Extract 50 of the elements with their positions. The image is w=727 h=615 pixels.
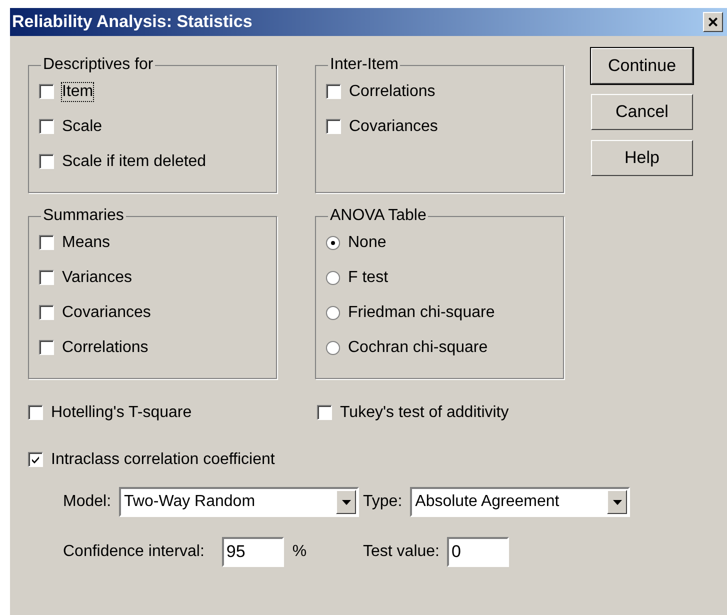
input-field[interactable]: 95 [222, 537, 284, 567]
dropdown[interactable]: Absolute Agreement [410, 487, 630, 517]
checkbox[interactable] [28, 405, 43, 420]
radio-option[interactable]: F test [326, 260, 563, 295]
window-title: Reliability Analysis: Statistics [12, 12, 252, 32]
checkbox[interactable] [39, 119, 54, 134]
checkbox-option[interactable]: Tukey's test of additivity [317, 395, 509, 430]
checkbox[interactable] [39, 84, 54, 99]
field-label: Type: [363, 493, 402, 511]
radio-option[interactable]: None [326, 225, 563, 260]
checkbox-option[interactable]: Correlations [326, 74, 563, 109]
close-button[interactable]: × [703, 12, 723, 32]
field-label: Confidence interval: [63, 543, 204, 561]
checkbox[interactable] [39, 340, 54, 355]
dialog-button[interactable]: Help [591, 140, 693, 176]
radio-button[interactable] [326, 340, 340, 354]
checkbox-option[interactable]: Correlations [39, 330, 276, 365]
checkbox[interactable] [28, 452, 43, 467]
group-title: Inter-Item [329, 56, 400, 74]
group-title: ANOVA Table [329, 207, 428, 225]
radio-button[interactable] [326, 306, 340, 320]
radio-option[interactable]: Cochran chi-square [326, 330, 563, 365]
dropdown[interactable]: Two-Way Random [119, 487, 360, 517]
dialog-button[interactable]: Cancel [591, 94, 693, 130]
checkbox[interactable] [326, 84, 341, 99]
dialog-button[interactable]: Continue [591, 48, 693, 84]
checkbox[interactable] [39, 305, 54, 320]
field-label: Test value: [363, 543, 440, 561]
checkbox-option[interactable]: Hotelling's T-square [28, 395, 317, 430]
checkbox-option[interactable]: Covariances [39, 295, 276, 330]
checkbox[interactable] [39, 235, 54, 250]
radio-option[interactable]: Friedman chi-square [326, 295, 563, 330]
field-label: Model: [63, 493, 112, 511]
checkbox-option[interactable]: Intraclass correlation coefficient [28, 442, 727, 477]
group-title: Summaries [42, 207, 125, 225]
checkbox[interactable] [326, 119, 341, 134]
checkbox-option[interactable]: Means [39, 225, 276, 260]
unit-label: % [292, 543, 307, 561]
radio-button[interactable] [326, 236, 340, 250]
checkbox[interactable] [317, 405, 332, 420]
radio-button[interactable] [326, 270, 340, 284]
checkbox-option[interactable]: Item [39, 74, 276, 109]
checkbox[interactable] [39, 270, 54, 285]
checkbox-option[interactable]: Scale if item deleted [39, 144, 276, 179]
checkbox-option[interactable]: Scale [39, 109, 276, 144]
checkbox-option[interactable]: Variances [39, 260, 276, 295]
checkbox[interactable] [39, 154, 54, 169]
checkbox-option[interactable]: Covariances [326, 109, 563, 144]
input-field[interactable]: 0 [447, 537, 510, 567]
group-title: Descriptives for [42, 56, 154, 74]
